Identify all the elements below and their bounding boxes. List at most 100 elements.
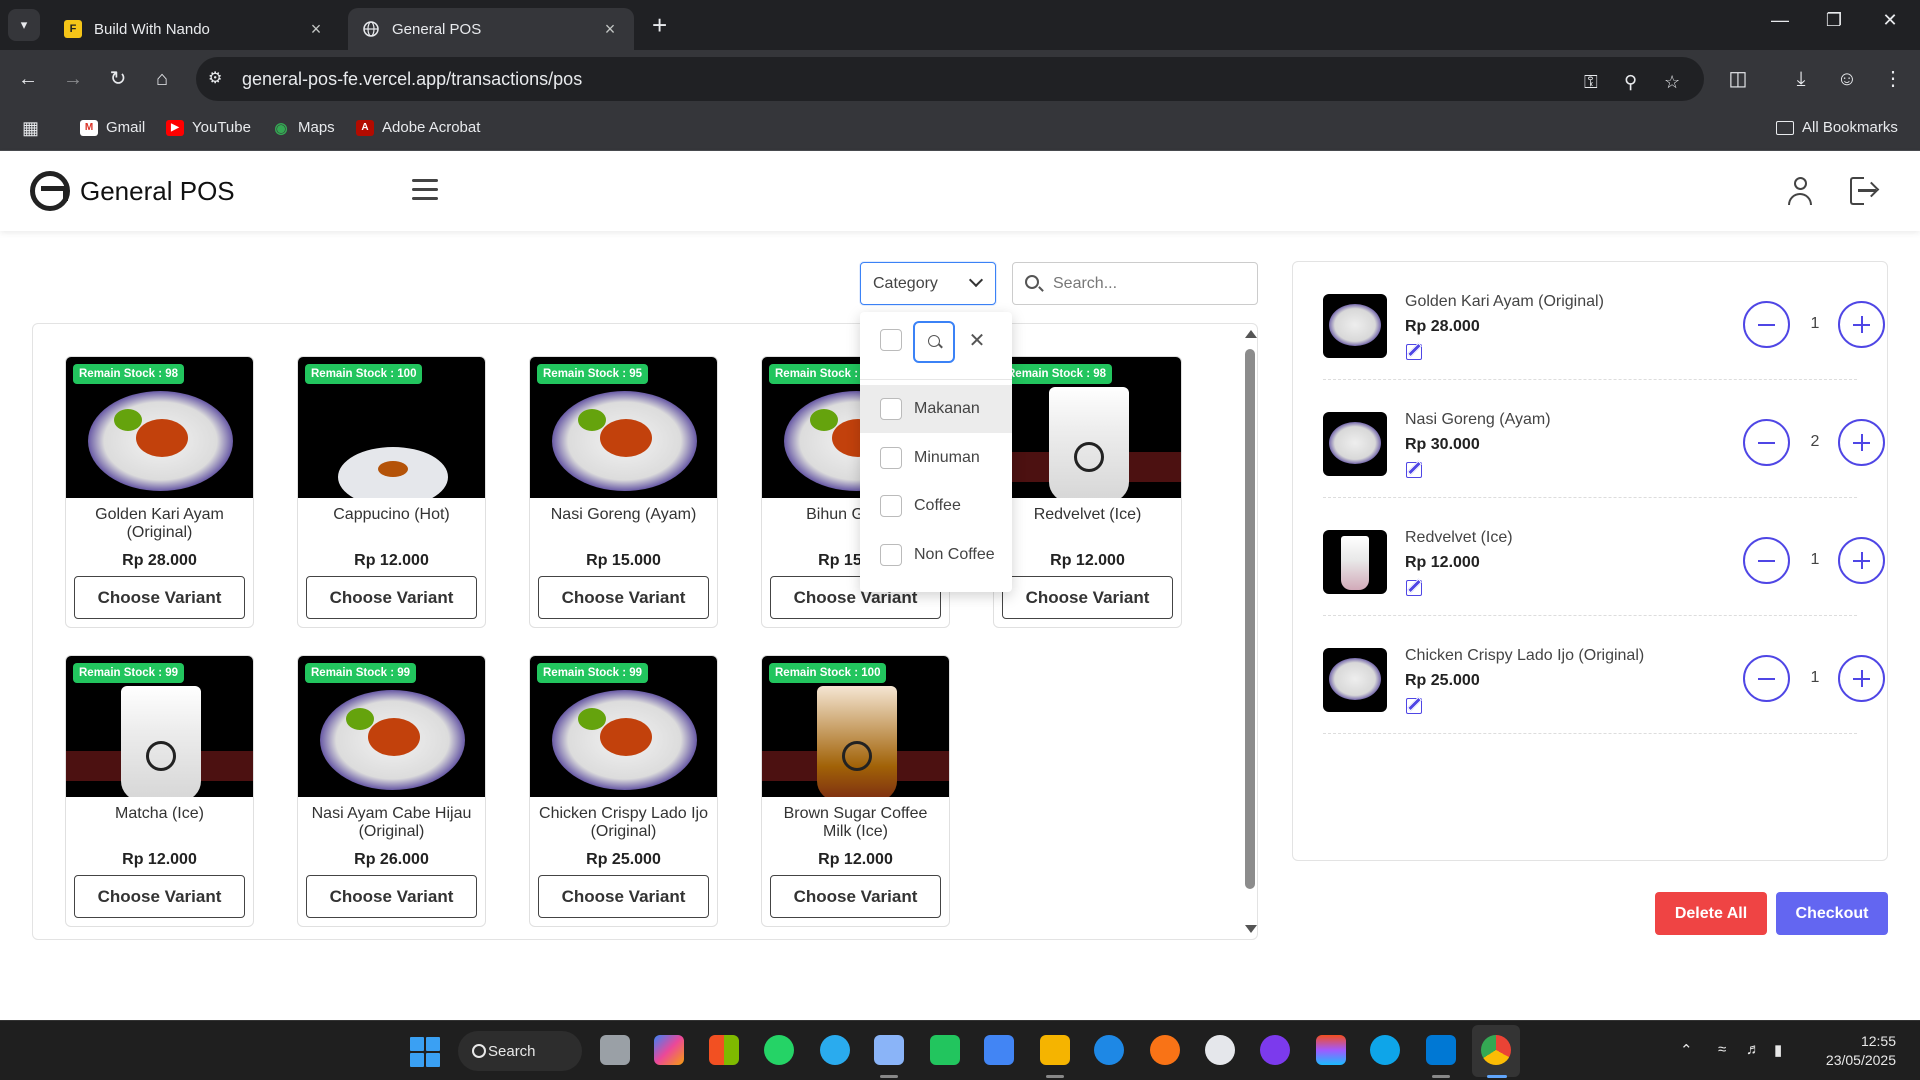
bookmark-gmail[interactable]: M Gmail (80, 119, 145, 136)
task-view-icon[interactable] (600, 1035, 630, 1065)
edit-icon[interactable] (1406, 580, 1422, 596)
taskbar-search[interactable]: Search (458, 1031, 582, 1071)
whatsapp-icon[interactable] (764, 1035, 794, 1065)
zoom-icon[interactable]: ⚲ (1624, 72, 1637, 93)
edit-icon[interactable] (1406, 344, 1422, 360)
product-card[interactable]: Remain Stock : 98 Redvelvet (Ice) Rp 12.00… (993, 356, 1182, 628)
option-checkbox[interactable] (880, 447, 902, 469)
option-checkbox[interactable] (880, 495, 902, 517)
photos-icon[interactable] (874, 1035, 904, 1065)
edit-icon[interactable] (1406, 698, 1422, 714)
profile-icon[interactable]: ☺ (1834, 66, 1860, 92)
product-card[interactable]: Remain Stock : 99 Matcha (Ice) Rp 12.000 Ch… (65, 655, 254, 927)
decrease-quantity-button[interactable] (1743, 655, 1790, 702)
product-card[interactable]: Remain Stock : 100 Brown Sugar Coffee Mil… (761, 655, 950, 927)
category-option-makanan[interactable]: Makanan (860, 385, 1012, 433)
forward-icon[interactable]: → (60, 66, 86, 92)
back-icon[interactable]: ← (15, 66, 41, 92)
decrease-quantity-button[interactable] (1743, 537, 1790, 584)
scrollbar-thumb[interactable] (1245, 349, 1255, 889)
tab-search-button[interactable]: ▾ (8, 9, 40, 41)
delete-all-button[interactable]: Delete All (1655, 892, 1767, 935)
logout-icon[interactable] (1850, 177, 1878, 205)
reload-icon[interactable]: ↻ (105, 66, 131, 92)
download-icon[interactable]: ⤓ (1788, 66, 1814, 92)
checkout-button[interactable]: Checkout (1776, 892, 1888, 935)
volume-icon[interactable]: ♬ (1746, 1041, 1761, 1058)
figma-icon[interactable] (1316, 1035, 1346, 1065)
product-card[interactable]: Remain Stock : 99 Nasi Ayam Cabe Hijau (O… (297, 655, 486, 927)
restore-icon[interactable]: ❐ (1814, 10, 1854, 31)
choose-variant-button[interactable]: Choose Variant (770, 875, 941, 918)
apps-grid-icon[interactable]: ▦ (22, 118, 39, 139)
browser-tab[interactable]: F Build With Nando × (50, 8, 340, 50)
system-clock[interactable]: 12:55 23/05/2025 (1812, 1032, 1896, 1070)
product-card[interactable]: Remain Stock : 99 Chicken Crispy Lado Ijo… (529, 655, 718, 927)
close-window-icon[interactable]: ✕ (1870, 10, 1910, 31)
choose-variant-button[interactable]: Choose Variant (306, 576, 477, 619)
option-checkbox[interactable] (880, 398, 902, 420)
microsoft-store-icon[interactable] (709, 1035, 739, 1065)
chrome-icon[interactable] (1481, 1035, 1511, 1065)
vscode-icon[interactable] (1426, 1035, 1456, 1065)
choose-variant-button[interactable]: Choose Variant (306, 875, 477, 918)
dropdown-search-button[interactable] (913, 321, 955, 363)
decrease-quantity-button[interactable] (1743, 301, 1790, 348)
select-all-checkbox[interactable] (880, 329, 902, 351)
file-explorer-icon[interactable] (1040, 1035, 1070, 1065)
search-input[interactable] (1053, 273, 1249, 295)
tab-close-icon[interactable]: × (600, 19, 620, 40)
wifi-icon[interactable]: ≈ (1718, 1041, 1726, 1058)
category-select[interactable]: Category (860, 262, 996, 305)
choose-variant-button[interactable]: Choose Variant (74, 576, 245, 619)
minimize-icon[interactable]: — (1760, 10, 1800, 31)
scrollbar[interactable] (1243, 324, 1257, 939)
increase-quantity-button[interactable] (1838, 655, 1885, 702)
close-icon[interactable]: ✕ (966, 330, 988, 352)
windows-start-icon[interactable] (410, 1037, 440, 1067)
choose-variant-button[interactable]: Choose Variant (538, 576, 709, 619)
bookmark-youtube[interactable]: ▶ YouTube (166, 119, 251, 136)
tab-close-icon[interactable]: × (306, 19, 326, 40)
line-icon[interactable] (930, 1035, 960, 1065)
option-checkbox[interactable] (880, 544, 902, 566)
user-profile-icon[interactable] (1786, 175, 1814, 207)
site-info-icon[interactable]: ⚙ (208, 68, 222, 88)
edit-icon[interactable] (1406, 462, 1422, 478)
scroll-down-icon[interactable] (1245, 925, 1257, 933)
increase-quantity-button[interactable] (1838, 301, 1885, 348)
extensions-icon[interactable]: ◫ (1725, 66, 1751, 92)
address-bar[interactable]: ⚙ general-pos-fe.vercel.app/transactions… (196, 57, 1704, 101)
browser-tab-active[interactable]: General POS × (348, 8, 634, 50)
product-card[interactable]: Remain Stock : 98 Golden Kari Ayam (Origi… (65, 356, 254, 628)
copilot-icon[interactable] (654, 1035, 684, 1065)
bookmark-star-icon[interactable]: ☆ (1664, 72, 1680, 93)
product-card[interactable]: Remain Stock : 95 Nasi Goreng (Ayam) Rp 15… (529, 356, 718, 628)
category-option-non-coffee[interactable]: Non Coffee (860, 531, 1012, 579)
hamburger-menu-icon[interactable] (412, 179, 438, 201)
all-bookmarks[interactable]: All Bookmarks (1776, 119, 1898, 136)
edge-dev-icon[interactable] (1094, 1035, 1124, 1065)
scroll-up-icon[interactable] (1245, 330, 1257, 338)
product-card[interactable]: Remain Stock : 100 Cappucino (Hot) Rp 12.0… (297, 356, 486, 628)
battery-icon[interactable]: ▮ (1774, 1041, 1782, 1059)
product-search[interactable] (1012, 262, 1258, 305)
choose-variant-button[interactable]: Choose Variant (1002, 576, 1173, 619)
choose-variant-button[interactable]: Choose Variant (74, 875, 245, 918)
chevron-up-icon[interactable]: ⌃ (1680, 1041, 1693, 1059)
new-tab-icon[interactable]: + (652, 12, 667, 38)
decrease-quantity-button[interactable] (1743, 419, 1790, 466)
home-icon[interactable]: ⌂ (149, 66, 175, 92)
choose-variant-button[interactable]: Choose Variant (538, 875, 709, 918)
mongodb-compass-icon[interactable] (1205, 1035, 1235, 1065)
password-key-icon[interactable]: ⚿ (1584, 72, 1598, 93)
increase-quantity-button[interactable] (1838, 537, 1885, 584)
category-option-minuman[interactable]: Minuman (860, 434, 1012, 482)
telegram-icon[interactable] (820, 1035, 850, 1065)
edge-icon[interactable] (1370, 1035, 1400, 1065)
category-option-coffee[interactable]: Coffee (860, 482, 1012, 530)
notepad-icon[interactable] (984, 1035, 1014, 1065)
menu-dots-icon[interactable]: ⋮ (1880, 66, 1906, 92)
bookmark-adobe-acrobat[interactable]: A Adobe Acrobat (356, 119, 480, 136)
bookmark-maps[interactable]: ◉ Maps (272, 119, 334, 137)
